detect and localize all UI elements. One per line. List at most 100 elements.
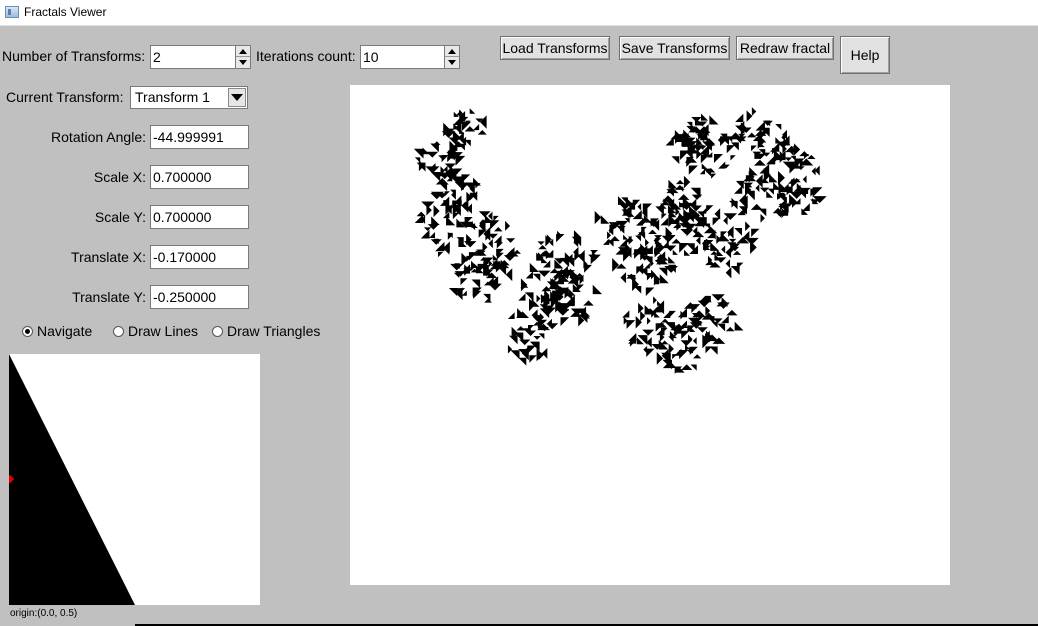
origin-label: origin:(0.0, 0.5) <box>10 608 78 619</box>
fractal-triangle <box>428 232 435 239</box>
fractal-triangle <box>672 354 678 360</box>
radio-navigate[interactable]: Navigate <box>22 322 92 340</box>
fractal-canvas[interactable] <box>350 85 950 585</box>
fractal-triangle <box>635 235 642 242</box>
transform-preview-canvas[interactable] <box>9 354 260 605</box>
fractal-triangle <box>760 213 765 223</box>
fractal-triangle <box>718 161 726 169</box>
fractal-triangle <box>705 346 713 354</box>
redraw-fractal-button[interactable]: Redraw fractal <box>736 36 834 60</box>
fractal-triangle <box>444 191 450 197</box>
fractal-triangle <box>726 145 735 154</box>
fractal-triangle <box>537 241 545 246</box>
save-transforms-button[interactable]: Save Transforms <box>619 36 730 60</box>
translate-x-input[interactable] <box>150 245 249 269</box>
translate-y-input[interactable] <box>150 285 249 309</box>
fractal-triangle <box>681 364 693 370</box>
fractal-triangle <box>431 216 440 226</box>
spin-down-icon[interactable] <box>445 57 459 68</box>
fractal-triangle <box>701 312 716 320</box>
fractal-triangle <box>463 241 477 248</box>
fractal-triangle <box>729 200 738 210</box>
fractal-triangle <box>472 123 480 131</box>
scale-y-label: Scale Y: <box>94 209 146 225</box>
fractal-triangle <box>507 312 515 320</box>
fractal-triangle <box>510 350 520 360</box>
spin-down-icon[interactable] <box>236 57 250 68</box>
fractal-triangle <box>560 317 570 326</box>
scale-y-input[interactable] <box>150 205 249 229</box>
iterations-input[interactable] <box>360 45 445 69</box>
radio-unselected-icon[interactable] <box>212 325 223 337</box>
fractal-triangle <box>477 130 487 135</box>
fractal-triangle <box>541 347 548 359</box>
fractal-triangle <box>655 206 664 215</box>
radio-draw-triangles[interactable]: Draw Triangles <box>212 322 320 340</box>
fractal-triangle <box>623 234 629 240</box>
num-transforms-input[interactable] <box>150 45 236 69</box>
fractal-triangle <box>622 310 630 318</box>
num-transforms-label: Number of Transforms: <box>2 48 146 64</box>
fractal-triangle <box>590 249 598 254</box>
fractal-triangle <box>717 323 726 332</box>
fractal-triangle <box>496 252 504 260</box>
fractal-drawing <box>413 107 827 374</box>
fractal-triangle <box>414 157 421 163</box>
fractal-triangle <box>699 169 706 175</box>
scale-x-label: Scale X: <box>93 169 146 185</box>
window-title: Fractals Viewer <box>24 5 107 19</box>
fractal-triangle <box>505 268 513 282</box>
fractal-triangle <box>668 179 678 189</box>
fractal-triangle <box>646 348 655 357</box>
fractal-triangle <box>688 165 698 175</box>
iterations-spinner[interactable] <box>444 45 460 69</box>
fractal-triangle <box>479 115 487 129</box>
fractal-triangle <box>530 330 537 337</box>
fractal-triangle <box>626 320 636 329</box>
fractal-triangle <box>692 337 697 345</box>
fractal-triangle <box>466 255 473 262</box>
fractal-triangle <box>612 258 620 272</box>
fractal-triangle <box>458 143 465 151</box>
fractal-triangle <box>507 247 515 254</box>
fractal-triangle <box>455 155 466 166</box>
fractal-triangle <box>751 228 760 238</box>
current-transform-select[interactable]: Transform 1 <box>130 86 248 109</box>
fractal-triangle <box>642 329 655 336</box>
rotation-angle-input[interactable] <box>150 125 249 149</box>
radio-unselected-icon[interactable] <box>113 325 124 337</box>
fractal-triangle <box>706 205 714 213</box>
num-transforms-spinner[interactable] <box>235 45 251 69</box>
fractal-triangle <box>592 284 603 295</box>
fractal-triangle <box>693 354 702 359</box>
fractal-triangle <box>661 213 667 219</box>
spin-up-icon[interactable] <box>445 46 459 57</box>
fractal-triangle <box>461 199 469 213</box>
radio-draw-lines[interactable]: Draw Lines <box>113 322 198 340</box>
fractal-triangle <box>727 225 734 239</box>
fractal-triangle <box>672 249 678 255</box>
fractal-triangle <box>777 170 785 185</box>
load-transforms-button[interactable]: Load Transforms <box>500 36 610 60</box>
fractal-triangle <box>709 115 719 125</box>
fractal-triangle <box>725 326 735 332</box>
iterations-label: Iterations count: <box>256 48 356 64</box>
radio-selected-icon[interactable] <box>22 325 33 337</box>
scale-x-input[interactable] <box>150 165 249 189</box>
fractal-triangle <box>430 172 441 182</box>
fractal-triangle <box>730 265 740 275</box>
fractal-triangle <box>734 228 743 236</box>
chevron-down-icon[interactable] <box>228 88 246 107</box>
spin-up-icon[interactable] <box>236 46 250 57</box>
fractal-triangle <box>735 125 741 132</box>
fractal-triangle <box>751 145 757 152</box>
help-button[interactable]: Help <box>840 36 890 74</box>
fractal-triangle <box>677 308 687 318</box>
current-transform-label: Current Transform: <box>6 89 124 105</box>
fractal-triangle <box>659 274 669 284</box>
fractal-triangle <box>711 173 717 179</box>
rotation-angle-label: Rotation Angle: <box>51 129 146 145</box>
fractal-triangle <box>668 256 676 264</box>
fractal-triangle <box>460 278 468 286</box>
fractal-triangle <box>735 113 744 122</box>
